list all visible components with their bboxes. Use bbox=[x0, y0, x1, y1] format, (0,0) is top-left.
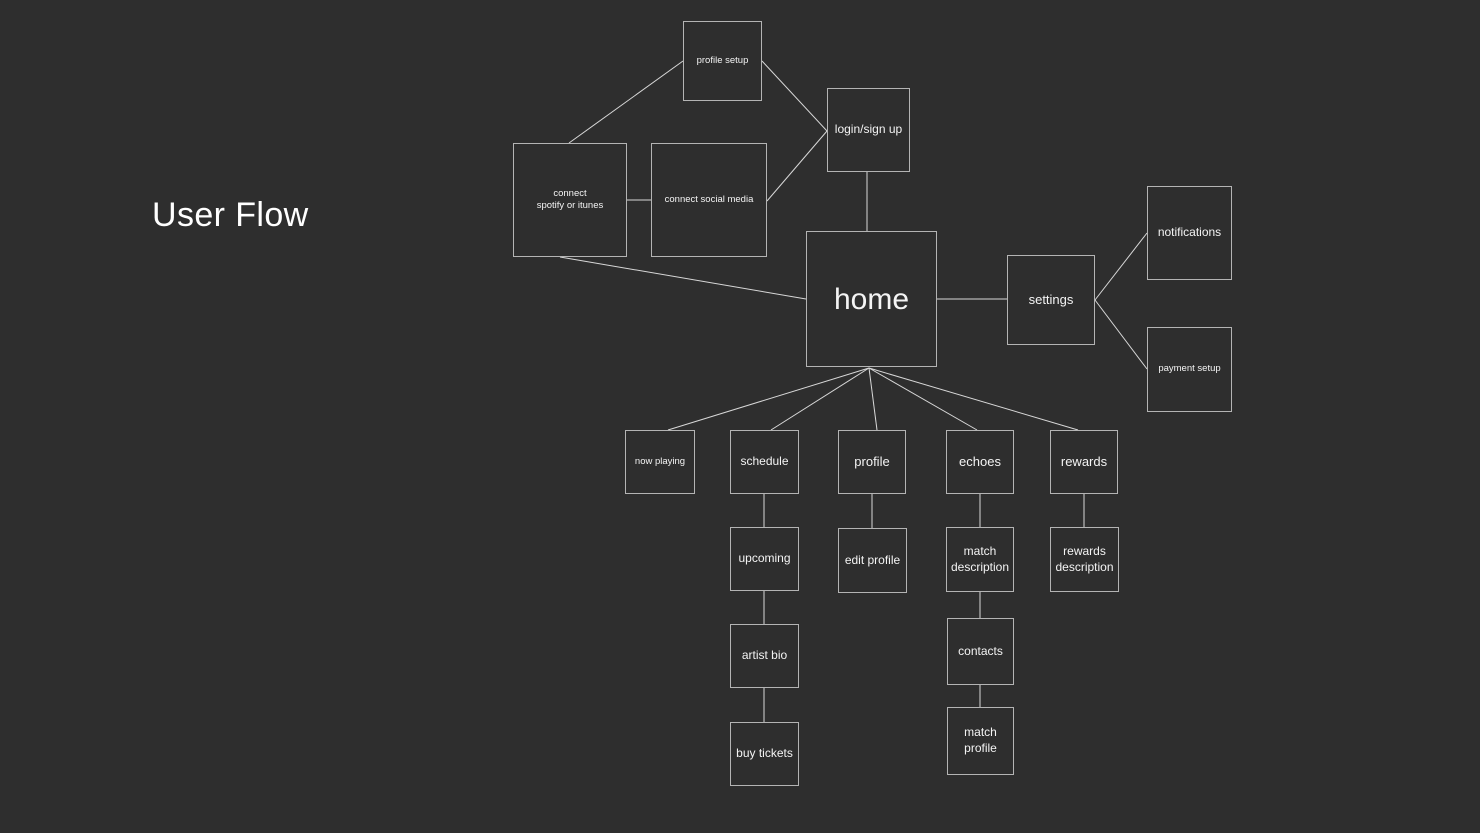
flow-node-label: artist bio bbox=[741, 648, 788, 663]
flow-node-label: login/sign up bbox=[834, 122, 903, 137]
flow-node-contacts[interactable]: contacts bbox=[947, 618, 1014, 685]
flow-node-notifications[interactable]: notifications bbox=[1147, 186, 1232, 280]
flow-node-rewards[interactable]: rewards bbox=[1050, 430, 1118, 494]
flow-node-login-signup[interactable]: login/sign up bbox=[827, 88, 910, 172]
flow-node-label: connect social media bbox=[664, 193, 754, 205]
flow-node-label: upcoming bbox=[738, 551, 791, 566]
flow-node-label: match description bbox=[950, 543, 1010, 574]
flow-node-label: settings bbox=[1028, 291, 1074, 307]
flow-node-label: rewards description bbox=[1055, 543, 1114, 574]
flow-node-now-playing[interactable]: now playing bbox=[625, 430, 695, 494]
flow-node-home[interactable]: home bbox=[806, 231, 937, 367]
flow-node-rewards-description[interactable]: rewards description bbox=[1050, 527, 1119, 592]
flow-node-payment-setup[interactable]: payment setup bbox=[1147, 327, 1232, 412]
flow-node-schedule[interactable]: schedule bbox=[730, 430, 799, 494]
flow-node-label: payment setup bbox=[1158, 363, 1221, 375]
flow-node-label: notifications bbox=[1157, 225, 1222, 240]
flow-node-label: rewards bbox=[1060, 453, 1108, 469]
flow-node-label: now playing bbox=[634, 455, 686, 467]
user-flow-diagram-canvas: User Flow profile setup login/sign up conn… bbox=[0, 0, 1480, 833]
flow-node-settings[interactable]: settings bbox=[1007, 255, 1095, 345]
flow-node-connect-spotify[interactable]: connect spotify or itunes bbox=[513, 143, 627, 257]
flow-node-label: echoes bbox=[959, 453, 1001, 469]
flow-node-match-profile[interactable]: match profile bbox=[947, 707, 1014, 775]
flow-node-label: profile bbox=[854, 453, 890, 469]
flow-node-upcoming[interactable]: upcoming bbox=[730, 527, 799, 591]
flow-node-edit-profile[interactable]: edit profile bbox=[838, 528, 907, 593]
flow-node-label: home bbox=[833, 282, 910, 316]
flow-node-label: contacts bbox=[958, 643, 1003, 658]
flow-node-buy-tickets[interactable]: buy tickets bbox=[730, 722, 799, 786]
flow-node-profile[interactable]: profile bbox=[838, 430, 906, 494]
flow-node-label: match profile bbox=[964, 725, 997, 755]
flow-node-connect-social[interactable]: connect social media bbox=[651, 143, 767, 257]
flow-node-label: schedule bbox=[740, 454, 789, 469]
flow-node-label: connect spotify or itunes bbox=[536, 187, 604, 211]
flow-node-label: edit profile bbox=[844, 552, 901, 567]
flow-node-label: buy tickets bbox=[736, 746, 793, 761]
flow-node-echoes[interactable]: echoes bbox=[946, 430, 1014, 494]
flow-node-match-description[interactable]: match description bbox=[946, 527, 1014, 592]
node-layer: profile setup login/sign up connect spotif… bbox=[0, 0, 1480, 833]
flow-node-label: profile setup bbox=[696, 54, 749, 66]
flow-node-profile-setup[interactable]: profile setup bbox=[683, 21, 762, 101]
flow-node-artist-bio[interactable]: artist bio bbox=[730, 624, 799, 688]
